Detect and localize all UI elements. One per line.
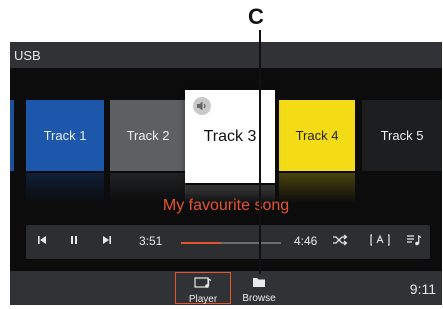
top-bar: USB [10,42,442,68]
track-tile-2[interactable]: Track 2 [110,100,186,171]
track-tile-4[interactable]: Track 4 [279,100,355,171]
media-screen: USB Track 1 Track 2 Track 3 Track 4 Trac… [10,42,442,305]
track-label: Track 1 [43,128,87,143]
clock: 9:11 [409,281,436,297]
progress-fill [181,242,221,244]
song-title: My favourite song [162,197,290,214]
track-label: Track 3 [203,127,257,145]
callout-line [259,30,261,274]
shuffle-icon[interactable] [332,233,348,250]
total-time: 4:46 [294,234,318,248]
pause-icon[interactable] [68,233,80,250]
track-label: Track 5 [380,128,424,143]
tab-player[interactable]: Player [175,272,231,305]
volume-icon [193,97,211,115]
previous-icon[interactable] [36,233,48,250]
tab-browse-label: Browse [242,293,276,304]
track-label: Track 4 [295,128,339,143]
folder-icon [231,276,287,291]
track-tile-5[interactable]: Track 5 [362,100,442,171]
source-title: USB [14,48,41,63]
track-label: Track 2 [126,128,170,143]
track-tile-previous[interactable] [10,100,14,171]
tab-browse[interactable]: Browse [231,272,287,304]
bottom-bar: Player Browse 9:11 [10,271,442,305]
track-tile-1[interactable]: Track 1 [26,100,104,171]
player-controls: 3:51 4:46 [26,225,430,259]
next-icon[interactable] [101,233,113,250]
queue-icon[interactable] [406,233,422,250]
callout-letter: C [248,4,264,29]
text-display-icon[interactable] [370,233,390,250]
tab-player-label: Player [188,294,218,305]
player-icon [176,277,230,292]
elapsed-time: 3:51 [139,234,163,248]
progress-bar[interactable] [181,242,281,244]
